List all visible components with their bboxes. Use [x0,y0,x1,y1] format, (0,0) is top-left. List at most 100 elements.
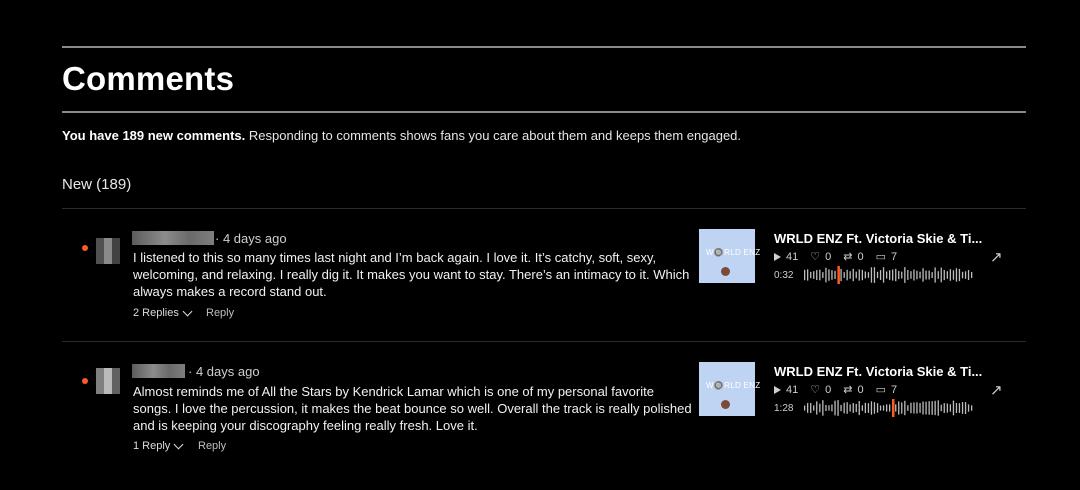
play-count: 41 [786,250,799,263]
track-artwork[interactable]: W🔘RLD ENZ [699,229,760,283]
waveform-bar [946,271,948,279]
waveform-bar [870,267,873,283]
track-stats: 41 ♡ 0 ⇄ 0 ▭ 7 [774,383,897,396]
waveform-bar [807,269,809,281]
like-count: 0 [825,250,832,263]
repost-icon: ⇄ [843,251,853,263]
waveform-bar [892,399,895,417]
waveform-bar [886,404,888,412]
waveform-bar [967,404,970,412]
waveform-bar [916,402,918,414]
play-icon [774,252,781,261]
waveform-bar [940,404,942,412]
waveform-bar [819,403,821,413]
waveform-bar [919,271,921,279]
replies-toggle[interactable]: 2 Replies [133,306,193,319]
play-icon [774,385,781,394]
play-count: 41 [786,383,799,396]
track-title[interactable]: WRLD ENZ Ft. Victoria Skie & Ti... [774,231,982,246]
waveform-bar [867,272,870,278]
unread-dot [82,245,88,251]
chevron-down-icon [182,306,193,316]
heart-icon: ♡ [810,251,821,263]
external-link-icon[interactable]: ↗ [990,381,1003,399]
reply-button[interactable]: Reply [198,440,226,452]
author-name-redacted[interactable] [132,231,214,245]
waveform-bar [955,403,958,413]
waveform-bar [867,403,870,413]
waveform-bar [882,405,885,411]
waveform-bar [949,269,951,281]
waveform-bar [931,401,933,415]
avatar[interactable] [96,238,120,264]
waveform-bar [913,269,915,281]
track-artwork[interactable]: W🔘RLD ENZ [699,362,760,416]
waveform-bar [822,272,824,278]
waveform-bar [922,268,924,282]
comment-count: 7 [891,250,898,263]
waveform-bar [895,404,897,412]
unread-dot [82,378,88,384]
waveform-bar [825,405,827,411]
reply-button[interactable]: Reply [206,307,234,319]
page-title: Comments [62,60,235,97]
waveform-bar [889,270,891,280]
waveform-bar [855,271,857,279]
waveform-bar [828,269,830,281]
waveform-bar [837,400,839,416]
comment-body: I listened to this so many times last ni… [133,250,690,299]
waveform-bar [910,271,912,279]
waveform-bar [855,403,857,413]
waveform-bar [904,267,906,283]
waveform-bar [858,269,860,281]
waveform-bar [949,404,951,412]
waveform-bar [955,268,958,282]
waveform-bar [813,271,815,279]
waveform-bar [846,402,848,414]
waveform-bar [892,269,894,281]
waveform-bar [886,271,888,279]
waveform[interactable] [804,266,974,284]
waveform-bar [943,403,945,413]
avatar[interactable] [96,368,120,394]
waveform-bar [879,270,882,280]
waveform-bar [843,402,845,414]
waveform-bar [916,270,918,280]
replies-label: 1 Reply [133,440,171,452]
waveform-bar [898,401,900,415]
chevron-down-icon [173,439,184,449]
waveform-bar [816,401,818,415]
waveform-bar [907,405,909,411]
waveform-bar [928,401,930,415]
waveform-bar [946,403,948,413]
waveform-bar [858,401,860,416]
waveform-bar [928,270,930,280]
waveform-bar [816,270,818,280]
waveform-bar [849,404,851,412]
section-label-new: New (189) [62,176,132,193]
waveform-bar [876,271,879,279]
waveform-bar [937,271,939,279]
waveform-bar [958,268,961,282]
waveform-bar [961,402,964,414]
waveform-bar [864,271,866,279]
playback-position: 1:28 [774,403,794,414]
waveform-bar [852,403,854,413]
waveform-bar [934,267,936,283]
replies-toggle[interactable]: 1 Reply [133,439,184,452]
title-divider [62,111,1026,113]
waveform[interactable] [804,399,974,417]
comment-icon: ▭ [875,251,886,263]
author-name-redacted[interactable] [132,364,185,378]
track-title[interactable]: WRLD ENZ Ft. Victoria Skie & Ti... [774,364,982,379]
waveform-bar [831,404,833,412]
comment-body: Almost reminds me of All the Stars by Ke… [133,384,692,433]
comment-icon: ▭ [875,384,886,396]
waveform-bar [876,403,879,413]
repost-icon: ⇄ [843,384,853,396]
waveform-bar [813,405,815,411]
waveform-bar [828,405,830,411]
external-link-icon[interactable]: ↗ [990,248,1003,266]
replies-label: 2 Replies [133,307,179,319]
waveform-bar [889,404,891,412]
